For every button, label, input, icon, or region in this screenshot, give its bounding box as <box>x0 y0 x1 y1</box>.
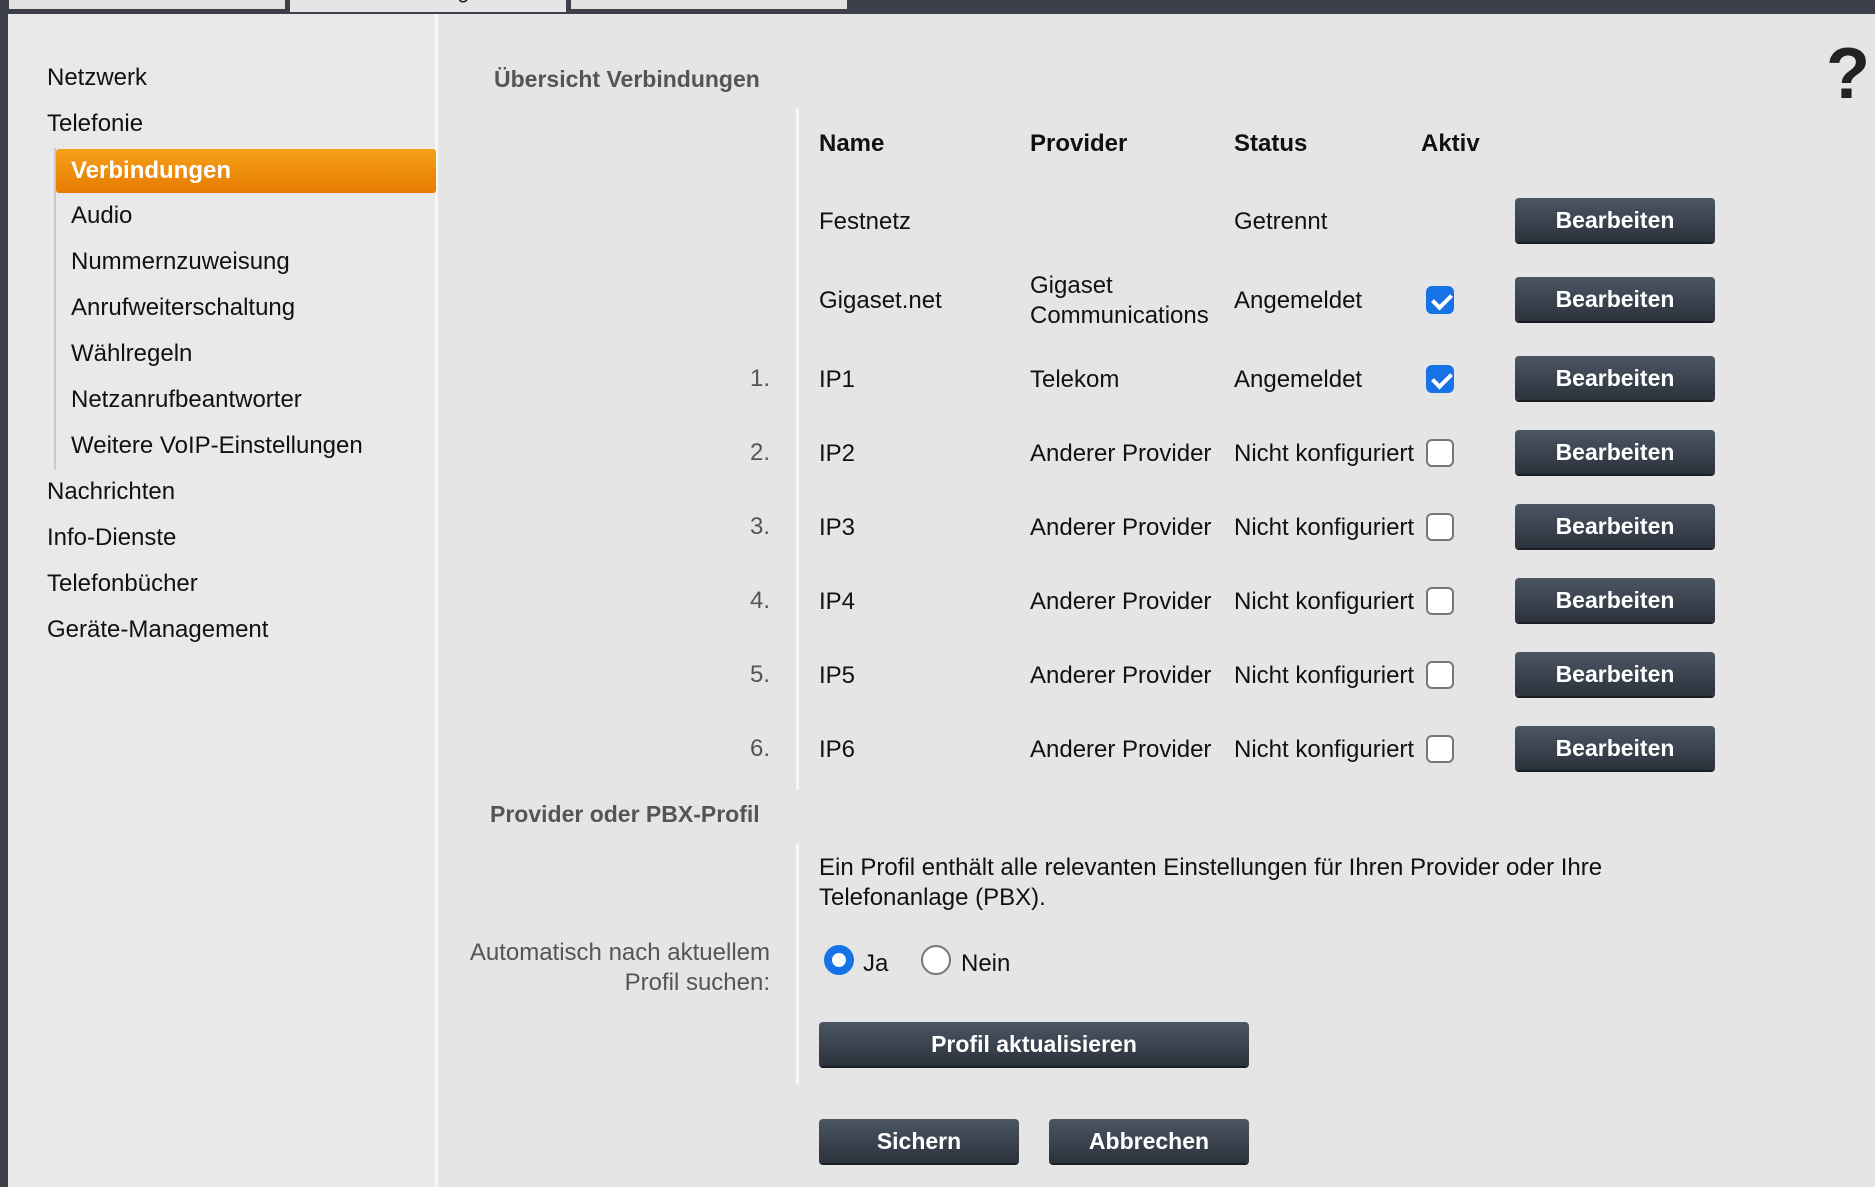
table-row: 2. IP2 Anderer Provider Nicht konfigurie… <box>0 430 1875 499</box>
connection-status: Getrennt <box>1234 208 1328 235</box>
edit-button[interactable]: Bearbeiten <box>1515 198 1715 242</box>
row-number: 1. <box>749 365 770 392</box>
connection-status: Nicht konfiguriert <box>1234 736 1415 763</box>
edit-button[interactable]: Bearbeiten <box>1515 430 1715 474</box>
connection-provider-line1: Gigaset <box>1030 272 1113 299</box>
table-row: Gigaset.net Gigaset Communications Angem… <box>0 272 1875 346</box>
table-row: 3. IP3 Anderer Provider Nicht konfigurie… <box>0 504 1875 573</box>
connection-status: Nicht konfiguriert <box>1234 440 1415 467</box>
active-checkbox[interactable] <box>1426 587 1454 615</box>
active-checkbox[interactable] <box>1426 286 1454 314</box>
profile-description-line2: Telefonanlage (PBX). <box>819 884 1046 911</box>
column-header-status: Status <box>1234 130 1308 157</box>
edit-button[interactable]: Bearbeiten <box>1515 726 1715 770</box>
radio-ja[interactable] <box>824 945 854 975</box>
radio-nein[interactable] <box>921 945 951 975</box>
edit-button[interactable]: Bearbeiten <box>1515 652 1715 696</box>
connection-name: IP2 <box>819 440 856 467</box>
radio-nein-label[interactable]: Nein <box>961 950 1010 978</box>
connection-status: Nicht konfiguriert <box>1234 588 1415 615</box>
save-button[interactable]: Sichern <box>819 1119 1019 1163</box>
profile-divider <box>796 843 799 1085</box>
update-profile-button[interactable]: Profil aktualisieren <box>819 1022 1249 1066</box>
radio-ja-label[interactable]: Ja <box>863 950 888 978</box>
column-header-aktiv: Aktiv <box>1421 130 1480 157</box>
connection-name: IP6 <box>819 736 856 763</box>
connection-provider: Anderer Provider <box>1030 736 1212 763</box>
column-header-name: Name <box>819 130 885 157</box>
connection-provider: Anderer Provider <box>1030 514 1212 541</box>
profile-description-line1: Ein Profil enthält alle relevanten Einst… <box>819 854 1603 881</box>
sidebar-item-verbindungen[interactable]: Verbindungen <box>56 149 436 193</box>
connection-status: Nicht konfiguriert <box>1234 514 1415 541</box>
sidebar-item-netzwerk[interactable]: Netzwerk <box>47 63 147 93</box>
active-checkbox[interactable] <box>1426 365 1454 393</box>
active-checkbox[interactable] <box>1426 439 1454 467</box>
row-number: 6. <box>749 735 770 762</box>
table-row: 1. IP1 Telekom Angemeldet Bearbeiten <box>0 356 1875 425</box>
row-number: 3. <box>749 513 770 540</box>
connection-provider-line2: Communications <box>1030 302 1209 329</box>
connection-name: Festnetz <box>819 208 912 235</box>
column-header-provider: Provider <box>1030 130 1128 157</box>
auto-search-label-line2: Profil suchen: <box>624 969 770 996</box>
table-row: 4. IP4 Anderer Provider Nicht konfigurie… <box>0 578 1875 647</box>
connection-status: Nicht konfiguriert <box>1234 662 1415 689</box>
row-number: 2. <box>749 439 770 466</box>
connection-name: IP5 <box>819 662 856 689</box>
connection-provider: Telekom <box>1030 366 1120 393</box>
connection-provider: Anderer Provider <box>1030 662 1212 689</box>
active-checkbox[interactable] <box>1426 661 1454 689</box>
row-number: 4. <box>749 587 770 614</box>
auto-search-label-line1: Automatisch nach aktuellem <box>469 939 770 966</box>
connection-name: IP3 <box>819 514 856 541</box>
table-row: Festnetz Getrennt Bearbeiten <box>0 198 1875 267</box>
connection-name: IP4 <box>819 588 856 615</box>
tab-status[interactable]: Status <box>568 0 850 12</box>
cancel-button[interactable]: Abbrechen <box>1049 1119 1249 1163</box>
edit-button[interactable]: Bearbeiten <box>1515 578 1715 622</box>
profile-section-title: Provider oder PBX-Profil <box>490 801 760 827</box>
sidebar-item-telefonie[interactable]: Telefonie <box>47 109 143 139</box>
edit-button[interactable]: Bearbeiten <box>1515 277 1715 321</box>
active-checkbox[interactable] <box>1426 735 1454 763</box>
tab-startseite[interactable]: Startseite <box>6 0 288 12</box>
connection-name: IP1 <box>819 366 856 393</box>
connection-provider: Anderer Provider <box>1030 440 1212 467</box>
help-icon[interactable]: ? <box>1826 34 1870 114</box>
connections-section-title: Übersicht Verbindungen <box>494 66 760 92</box>
connection-status: Angemeldet <box>1234 366 1363 393</box>
tab-einstellungen[interactable]: Einstellungen <box>290 0 566 12</box>
connection-name: Gigaset.net <box>819 287 942 314</box>
active-checkbox[interactable] <box>1426 513 1454 541</box>
table-row: 6. IP6 Anderer Provider Nicht konfigurie… <box>0 726 1875 795</box>
edit-button[interactable]: Bearbeiten <box>1515 504 1715 548</box>
edit-button[interactable]: Bearbeiten <box>1515 356 1715 400</box>
table-row: 5. IP5 Anderer Provider Nicht konfigurie… <box>0 652 1875 721</box>
connection-provider: Anderer Provider <box>1030 588 1212 615</box>
connection-status: Angemeldet <box>1234 287 1363 314</box>
row-number: 5. <box>749 661 770 688</box>
